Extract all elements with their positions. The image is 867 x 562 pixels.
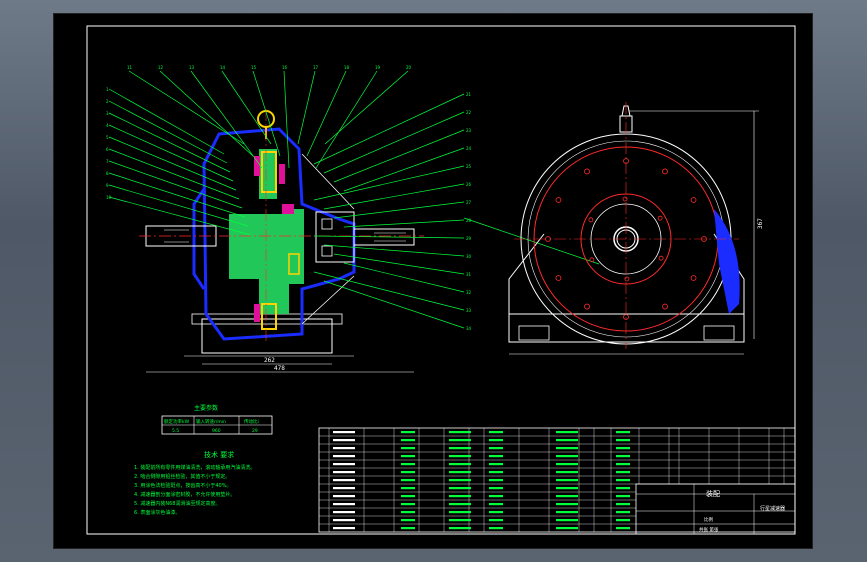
dim-inner: 262	[264, 357, 275, 364]
balloon-left-6: 6	[106, 147, 109, 152]
balloon-top-11: 11	[127, 65, 133, 70]
spec-h2: 输入转速r/min	[196, 418, 226, 425]
balloon-left-7: 7	[106, 159, 109, 164]
balloon-left-5: 5	[106, 135, 109, 140]
dim-outer: 478	[274, 365, 285, 372]
balloon-right-25: 25	[466, 164, 472, 169]
cad-viewport[interactable]: 262 478 1 2 3 4 5 6 7 8 9 10 11 12 13 14 15 16 17 18 19 20 2…	[54, 14, 812, 548]
title-block-sheet: 共张 第张	[699, 526, 719, 533]
spec-v2: 960	[212, 428, 221, 434]
balloon-top-14: 14	[220, 65, 226, 70]
drawing-frame	[86, 25, 796, 535]
balloon-right-22: 22	[466, 110, 472, 115]
dim-height: 367	[757, 218, 764, 229]
balloon-right-26: 26	[466, 182, 472, 187]
balloon-top-20: 20	[406, 65, 412, 70]
balloon-left-1: 1	[106, 87, 109, 92]
balloon-top-12: 12	[158, 65, 164, 70]
balloon-right-34: 34	[466, 326, 472, 331]
leader-lines	[108, 70, 600, 329]
balloon-top-16: 16	[282, 65, 288, 70]
balloon-top-15: 15	[251, 65, 257, 70]
balloon-right-30: 30	[466, 254, 472, 259]
tech-req-title: 技术 要求	[204, 450, 234, 459]
balloon-top-19: 19	[375, 65, 381, 70]
balloon-right-32: 32	[466, 290, 472, 295]
balloon-left-8: 8	[106, 171, 109, 176]
tech-requirements: 技术 要求 1. 装配前所有零件用煤油清洗，滚动轴承用汽油清洗。 2. 啮合侧隙…	[134, 450, 255, 516]
tech-req-line-1: 1. 装配前所有零件用煤油清洗，滚动轴承用汽油清洗。	[134, 464, 255, 471]
spec-v3: 29	[252, 428, 258, 434]
balloon-top-17: 17	[313, 65, 319, 70]
tech-req-line-3: 3. 用涂色法检验斑点，按齿高不小于40%。	[134, 482, 231, 489]
balloon-left-3: 3	[106, 111, 109, 116]
tech-req-line-6: 6. 表面涂灰色油漆。	[134, 509, 180, 516]
balloon-right-27: 27	[466, 200, 472, 205]
title-block-name: 行星减速器	[760, 505, 785, 512]
spec-v1: 5.5	[172, 428, 179, 434]
balloon-top-13: 13	[189, 65, 195, 70]
end-view: 367	[508, 102, 764, 355]
spec-table-title: 主要参数	[194, 404, 218, 412]
balloon-right-21: 21	[466, 92, 472, 97]
title-block: 装配 行星减速器 比例 共张 第张	[635, 483, 796, 535]
spec-h3: 传动比i	[244, 418, 259, 425]
balloon-left-4: 4	[106, 123, 109, 128]
balloon-top-18: 18	[344, 65, 350, 70]
balloon-right-24: 24	[466, 146, 472, 151]
spec-h1: 额定功率kW	[164, 418, 190, 425]
assembly-drawing: 262 478 1234567891011 12 13 14 15 16 17 18 19 202…	[86, 25, 796, 535]
balloon-right-29: 29	[466, 236, 472, 241]
balloon-left-10: 10	[106, 195, 112, 200]
title-block-assembly: 装配	[706, 489, 720, 498]
tech-req-line-2: 2. 啮合侧隙用铅丝检验，其值不小于规定。	[134, 473, 230, 480]
balloon-left-9: 9	[106, 183, 109, 188]
balloon-right-28: 28	[466, 218, 472, 223]
tech-req-line-5: 5. 减速器内装N68润滑油至规定高度。	[134, 500, 220, 507]
parts-list	[318, 427, 796, 533]
balloon-right-23: 23	[466, 128, 472, 133]
balloon-right-33: 33	[466, 308, 472, 313]
tech-req-line-4: 4. 减速器剖分面涂密封胶，不允许使用垫片。	[134, 491, 235, 498]
balloon-left-2: 2	[106, 99, 109, 104]
title-block-scale: 比例	[704, 516, 713, 523]
balloon-right-31: 31	[466, 272, 472, 277]
spec-table: 主要参数 额定功率kW 输入转速r/min 传动比i 5.5 960 29	[161, 404, 273, 435]
